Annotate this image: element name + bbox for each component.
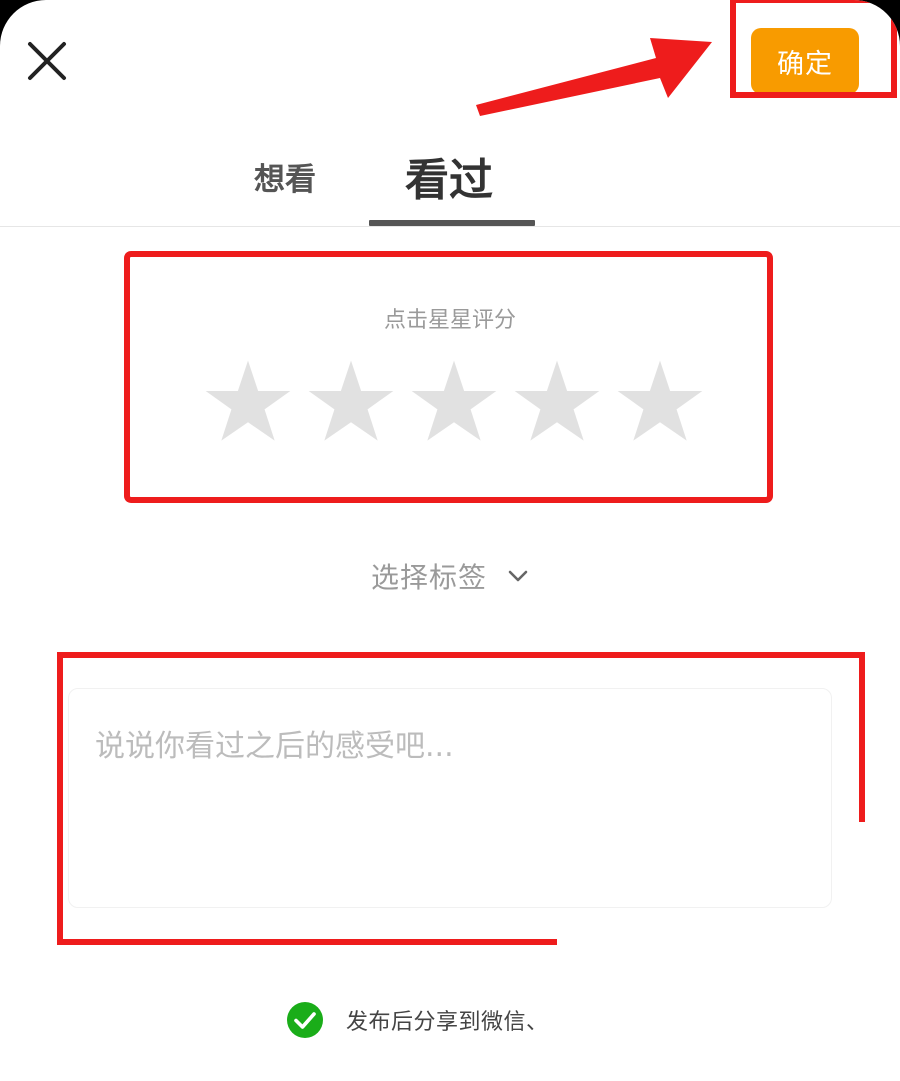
star-icon[interactable] <box>305 356 397 448</box>
tag-select-dropdown[interactable]: 选择标签 <box>371 556 531 596</box>
comment-input[interactable] <box>68 688 832 908</box>
rating-sheet: 确定 想看 看过 点击星星评分 选择标签 发布后分享到微信、 <box>0 0 900 1081</box>
star-rating <box>202 356 703 448</box>
confirm-button[interactable]: 确定 <box>751 28 859 94</box>
tab-bar: 想看 看过 <box>0 130 900 227</box>
close-button[interactable] <box>22 36 72 86</box>
annotation-arrow <box>476 38 712 116</box>
share-label: 发布后分享到微信、 <box>346 1010 549 1035</box>
star-icon[interactable] <box>614 356 706 448</box>
active-tab-indicator <box>369 220 535 226</box>
tab-watched[interactable]: 看过 <box>405 144 493 208</box>
check-circle-icon[interactable] <box>286 1001 324 1039</box>
chevron-down-icon <box>508 570 528 582</box>
share-to-wechat-option[interactable]: 发布后分享到微信、 <box>286 1000 549 1040</box>
close-icon <box>28 42 66 80</box>
star-icon[interactable] <box>408 356 500 448</box>
tab-want-to-watch[interactable]: 想看 <box>254 154 316 199</box>
tag-select-label: 选择标签 <box>371 561 488 594</box>
rating-hint: 点击星星评分 <box>383 308 516 333</box>
star-icon[interactable] <box>202 356 294 448</box>
star-icon[interactable] <box>511 356 603 448</box>
